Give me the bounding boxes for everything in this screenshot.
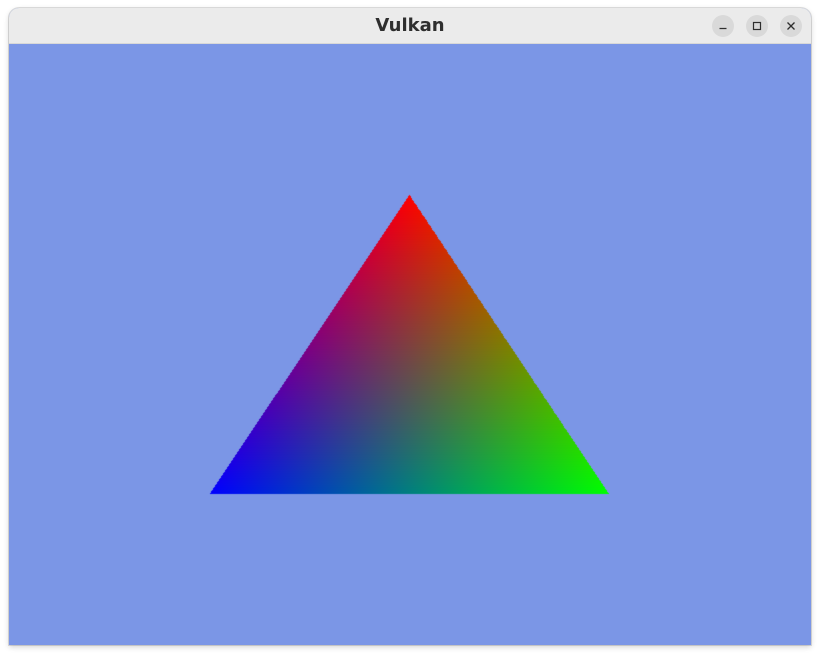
window-title: Vulkan <box>375 15 445 36</box>
app-window: Vulkan <box>9 8 811 645</box>
close-button[interactable] <box>780 15 802 37</box>
maximize-icon <box>752 21 762 31</box>
close-icon <box>787 22 795 30</box>
title-bar[interactable]: Vulkan <box>9 8 811 44</box>
render-surface[interactable] <box>9 44 811 645</box>
rgb-triangle <box>9 44 811 645</box>
maximize-button[interactable] <box>746 15 768 37</box>
minimize-icon <box>719 27 727 30</box>
minimize-button[interactable] <box>712 15 734 37</box>
